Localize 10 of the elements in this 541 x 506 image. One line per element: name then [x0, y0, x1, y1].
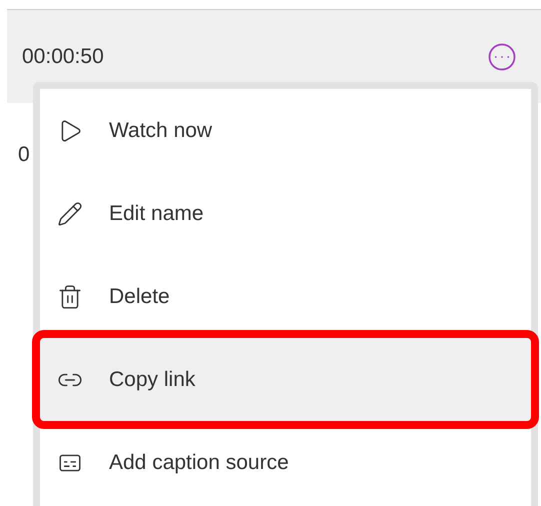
duration-text: 00:00:50 — [22, 44, 104, 70]
menu-item[interactable]: Add caption source — [40, 421, 531, 504]
more-options-button[interactable] — [487, 42, 517, 72]
trash-icon — [57, 284, 83, 310]
menu-item[interactable]: Delete — [40, 255, 531, 338]
duration-text: 0 — [18, 143, 30, 166]
menu-item[interactable]: Copy link — [40, 338, 531, 421]
menu-item[interactable]: Edit name — [40, 172, 531, 255]
menu-item[interactable]: Watch now — [40, 89, 531, 172]
pencil-icon — [57, 200, 83, 226]
